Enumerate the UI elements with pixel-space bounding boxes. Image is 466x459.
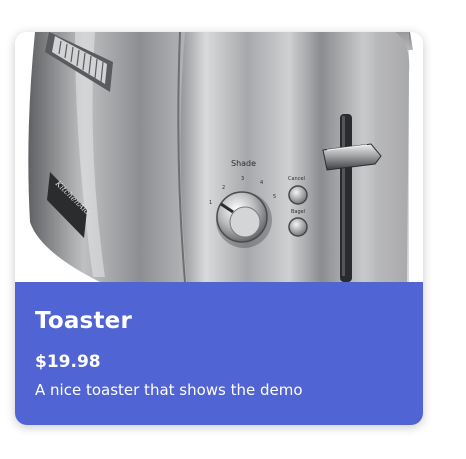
dial-number-5: 5 [273,194,276,200]
product-description: A nice toaster that shows the demo [35,381,303,399]
cancel-button-graphic [288,185,308,205]
product-price: $19.98 [35,352,101,372]
bagel-label: Bagel [291,209,305,215]
product-info: Toaster $19.98 A nice toaster that shows… [15,282,423,425]
product-card[interactable]: KitchenAid Shade 1 2 3 4 5 Cancel Bagel [15,32,423,425]
product-title: Toaster [35,308,132,334]
product-image: KitchenAid Shade 1 2 3 4 5 Cancel Bagel [15,32,423,282]
cancel-label: Cancel [288,176,305,182]
dial-number-2: 2 [222,185,225,191]
dial-number-4: 4 [260,180,263,186]
toaster-image: KitchenAid Shade 1 2 3 4 5 Cancel Bagel [28,32,413,282]
bagel-button-graphic [288,217,308,237]
shade-label: Shade [231,159,256,168]
dial-number-1: 1 [209,200,212,206]
dial-number-3: 3 [241,176,244,182]
